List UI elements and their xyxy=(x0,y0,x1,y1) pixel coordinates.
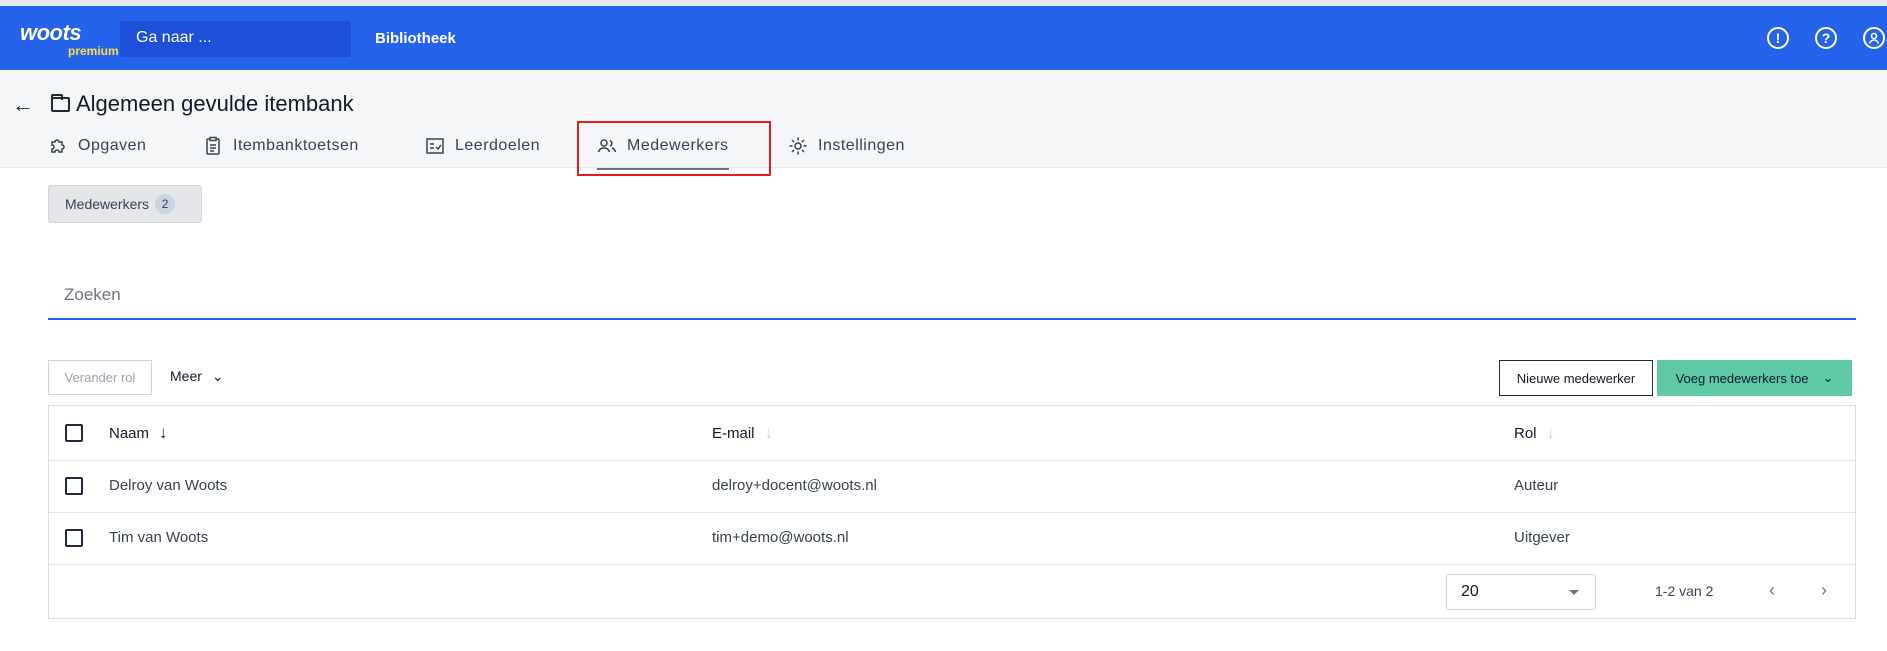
chevron-down-icon: ⌄ xyxy=(211,368,224,384)
change-role-button[interactable]: Verander rol xyxy=(48,360,152,395)
add-members-label: Voeg medewerkers toe xyxy=(1675,370,1809,386)
page-subheader: ← Algemeen gevulde itembank Opgaven Item… xyxy=(0,70,1887,170)
member-name: Delroy van Woots xyxy=(109,477,228,494)
next-page-icon[interactable]: › xyxy=(1821,580,1827,601)
chevron-down-icon: ⌄ xyxy=(1822,370,1834,385)
sort-desc-icon: ↓ xyxy=(159,423,168,442)
column-header-email[interactable]: E-mail ↓ xyxy=(712,423,773,443)
filter-label: Medewerkers xyxy=(65,196,150,212)
woots-logo[interactable]: woots premium xyxy=(20,20,119,60)
member-role: Auteur xyxy=(1514,477,1559,494)
more-menu-button[interactable]: Meer ⌄ xyxy=(170,368,224,385)
tab-instellingen[interactable]: Instellingen xyxy=(788,130,905,162)
help-icon[interactable]: ? xyxy=(1815,27,1837,49)
table-row[interactable]: Tim van Woots tim+demo@woots.nl Uitgever xyxy=(49,513,1855,565)
tab-leerdoelen[interactable]: Leerdoelen xyxy=(425,130,540,162)
table-row[interactable]: Delroy van Woots delroy+docent@woots.nl … xyxy=(49,461,1855,513)
tab-label: Instellingen xyxy=(818,137,905,154)
member-role: Uitgever xyxy=(1514,529,1570,546)
gear-icon xyxy=(788,136,808,156)
table-header-row: Naam ↓ E-mail ↓ Rol ↓ xyxy=(49,406,1855,461)
library-link[interactable]: Bibliotheek xyxy=(375,30,456,47)
add-members-button[interactable]: Voeg medewerkers toe ⌄ xyxy=(1657,360,1852,396)
tab-label: Itembanktoetsen xyxy=(233,137,359,154)
sort-icon: ↓ xyxy=(1546,423,1556,442)
medewerkers-filter-chip[interactable]: Medewerkers 2 xyxy=(48,185,202,223)
rows-per-page-value: 20 xyxy=(1461,583,1479,600)
member-name: Tim van Woots xyxy=(109,529,209,546)
checklist-icon xyxy=(425,136,445,156)
highlight-annotation xyxy=(577,121,771,176)
column-header-role[interactable]: Rol ↓ xyxy=(1514,423,1555,443)
back-arrow-icon[interactable]: ← xyxy=(12,92,34,118)
new-member-button[interactable]: Nieuwe medewerker xyxy=(1499,360,1653,396)
folder-icon xyxy=(51,94,70,112)
puzzle-icon xyxy=(48,136,68,156)
logo-word: woots xyxy=(20,20,82,45)
account-icon[interactable] xyxy=(1863,27,1885,49)
count-badge: 2 xyxy=(155,194,176,214)
tab-label: Leerdoelen xyxy=(455,137,541,154)
select-all-checkbox[interactable] xyxy=(65,424,83,442)
more-label: Meer xyxy=(170,368,202,384)
page-title: Algemeen gevulde itembank xyxy=(76,91,354,116)
sort-icon: ↓ xyxy=(764,423,774,442)
goto-search-input[interactable]: Ga naar ... xyxy=(120,21,351,57)
clipboard-icon xyxy=(203,136,223,156)
member-email: tim+demo@woots.nl xyxy=(712,529,849,546)
tab-itembanktoetsen[interactable]: Itembanktoetsen xyxy=(203,130,359,162)
column-header-name[interactable]: Naam ↓ xyxy=(109,423,168,443)
row-checkbox[interactable] xyxy=(65,477,83,495)
previous-page-icon[interactable]: ‹ xyxy=(1769,580,1775,601)
row-checkbox[interactable] xyxy=(65,529,83,547)
search-input[interactable]: Zoeken xyxy=(48,275,1856,320)
logo-premium: premium xyxy=(68,44,119,58)
rows-per-page-select[interactable]: 20 xyxy=(1446,574,1596,610)
tab-label: Opgaven xyxy=(78,137,147,154)
alert-icon[interactable]: ! xyxy=(1767,27,1789,49)
member-email: delroy+docent@woots.nl xyxy=(712,477,877,494)
top-navigation-bar: woots premium Ga naar ... Bibliotheek ! … xyxy=(0,6,1887,70)
pagination-range: 1-2 van 2 xyxy=(1655,583,1714,599)
tab-opgaven[interactable]: Opgaven xyxy=(48,130,146,162)
dropdown-caret-icon xyxy=(1569,590,1579,595)
